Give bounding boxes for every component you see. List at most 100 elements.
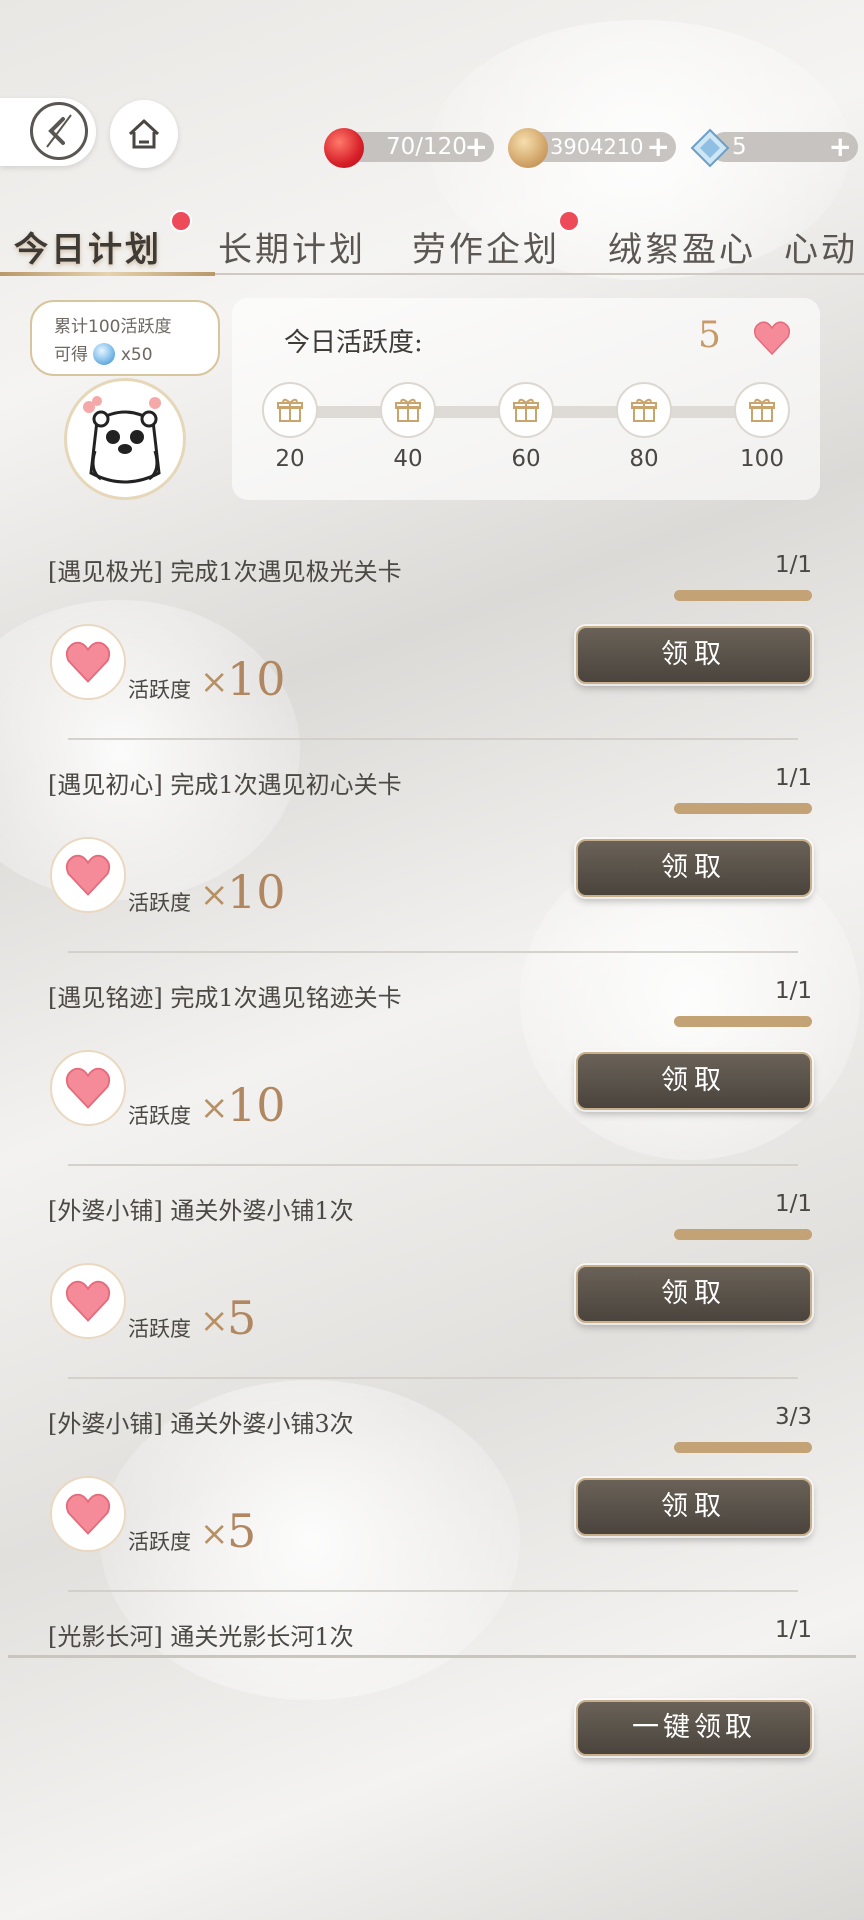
gift-100-button[interactable]: [734, 382, 790, 438]
milestone-label: 20: [275, 446, 305, 472]
reward-tip-bubble: 累计100活跃度 可得 x50: [30, 300, 220, 376]
milestone-label: 40: [393, 446, 423, 472]
reward-amount: 10: [227, 1078, 286, 1132]
task-progress-bar: [674, 803, 812, 814]
task-progress: 1/1: [774, 1617, 812, 1643]
stamina-value: 70/120: [386, 134, 467, 160]
reward-tip-line2: 可得 x50: [54, 340, 153, 365]
reward-label: 活跃度: [128, 1317, 191, 1341]
task-progress-bar: [674, 590, 812, 601]
claim-button[interactable]: 领取: [576, 1265, 812, 1323]
task-progress: 1/1: [774, 765, 812, 791]
divider: [68, 1590, 798, 1592]
apple-icon: [324, 128, 364, 168]
task-progress: 1/1: [774, 978, 812, 1004]
reward-multiplier: ×: [200, 1301, 229, 1341]
task-title: [光影长河] 通关光影长河1次: [48, 1623, 354, 1651]
activity-heart-icon: [752, 320, 792, 360]
activity-heart-icon: [50, 624, 126, 700]
diamond-value: 5: [732, 134, 747, 160]
activity-value: 5: [698, 315, 721, 356]
active-tab-indicator: [0, 272, 215, 276]
milestone-label: 60: [511, 446, 541, 472]
gift-icon: [631, 398, 657, 422]
reward-tip-prefix: 可得: [54, 345, 88, 365]
gift-60-button[interactable]: [498, 382, 554, 438]
tab-heartbeat[interactable]: 心动: [784, 222, 858, 271]
reward-amount: 5: [227, 1291, 257, 1345]
reward-multiplier: ×: [200, 1514, 229, 1554]
task-progress-bar: [674, 1016, 812, 1027]
claim-button[interactable]: 领取: [576, 1478, 812, 1536]
task-item: [光影长河] 通关光影长河1次 1/1: [0, 1605, 864, 1655]
task-progress-bar: [674, 1229, 812, 1240]
task-progress-bar: [674, 1442, 812, 1453]
reward-label: 活跃度: [128, 678, 191, 702]
reward-multiplier: ×: [200, 875, 229, 915]
task-title: [外婆小铺] 通关外婆小铺1次: [48, 1197, 354, 1225]
tab-fluff-heart[interactable]: 绒絮盈心: [608, 222, 756, 271]
gold-resource: 3904210 +: [528, 132, 676, 162]
divider: [68, 738, 798, 740]
bear-avatar: [64, 378, 186, 500]
task-title: [外婆小铺] 通关外婆小铺3次: [48, 1410, 354, 1438]
back-button[interactable]: [0, 98, 96, 166]
add-diamond-button[interactable]: +: [829, 132, 852, 162]
reward-label: 活跃度: [128, 891, 191, 915]
activity-heart-icon: [50, 1263, 126, 1339]
reward-amount: 10: [227, 865, 286, 919]
task-title: [遇见初心] 完成1次遇见初心关卡: [48, 771, 402, 799]
reward-tip-amount: x50: [120, 345, 153, 365]
gift-40-button[interactable]: [380, 382, 436, 438]
divider: [68, 1377, 798, 1379]
claim-button[interactable]: 领取: [576, 839, 812, 897]
tab-labor-badge: [558, 210, 580, 232]
add-gold-button[interactable]: +: [647, 132, 670, 162]
activity-heart-icon: [50, 1476, 126, 1552]
list-bottom-divider: [8, 1655, 856, 1658]
tab-labor-project[interactable]: 劳作企划: [412, 222, 560, 271]
activity-label: 今日活跃度:: [284, 328, 423, 358]
task-item: [外婆小铺] 通关外婆小铺1次 1/1 活跃度 × 5 领取: [0, 1179, 864, 1391]
home-button[interactable]: [110, 100, 178, 168]
gift-icon: [513, 398, 539, 422]
gift-20-button[interactable]: [262, 382, 318, 438]
reward-amount: 5: [227, 1504, 257, 1558]
reward-amount: 10: [227, 652, 286, 706]
reward-label: 活跃度: [128, 1104, 191, 1128]
add-stamina-button[interactable]: +: [465, 132, 488, 162]
activity-heart-icon: [50, 1050, 126, 1126]
task-progress: 3/3: [774, 1404, 812, 1430]
task-title: [遇见极光] 完成1次遇见极光关卡: [48, 558, 402, 586]
reward-tip-line1: 累计100活跃度: [54, 317, 172, 337]
gift-80-button[interactable]: [616, 382, 672, 438]
activity-heart-icon: [50, 837, 126, 913]
task-item: [外婆小铺] 通关外婆小铺3次 3/3 活跃度 × 5 领取: [0, 1392, 864, 1604]
gift-icon: [277, 398, 303, 422]
milestone-label: 80: [629, 446, 659, 472]
crystal-ball-icon: [93, 343, 116, 365]
claim-all-button[interactable]: 一键领取: [576, 1700, 812, 1756]
diamond-icon: [690, 128, 730, 168]
gift-icon: [749, 398, 775, 422]
reward-multiplier: ×: [200, 662, 229, 702]
reward-label: 活跃度: [128, 1530, 191, 1554]
claim-button[interactable]: 领取: [576, 626, 812, 684]
home-icon: [128, 119, 160, 149]
gold-coin-icon: [508, 128, 548, 168]
tab-today-badge: [170, 210, 192, 232]
task-item: [遇见初心] 完成1次遇见初心关卡 1/1 活跃度 × 10 领取: [0, 753, 864, 965]
stamina-resource: 70/120 +: [342, 132, 494, 162]
task-progress: 1/1: [774, 1191, 812, 1217]
back-icon: [30, 102, 88, 160]
claim-button[interactable]: 领取: [576, 1052, 812, 1110]
diamond-resource: 5 +: [710, 132, 858, 162]
milestone-label: 100: [740, 446, 784, 472]
tab-today-plan[interactable]: 今日计划: [14, 222, 162, 271]
task-progress: 1/1: [774, 552, 812, 578]
divider: [68, 951, 798, 953]
task-title: [遇见铭迹] 完成1次遇见铭迹关卡: [48, 984, 402, 1012]
tab-long-term-plan[interactable]: 长期计划: [218, 222, 366, 271]
task-item: [遇见铭迹] 完成1次遇见铭迹关卡 1/1 活跃度 × 10 领取: [0, 966, 864, 1178]
gold-value: 3904210: [550, 135, 644, 159]
